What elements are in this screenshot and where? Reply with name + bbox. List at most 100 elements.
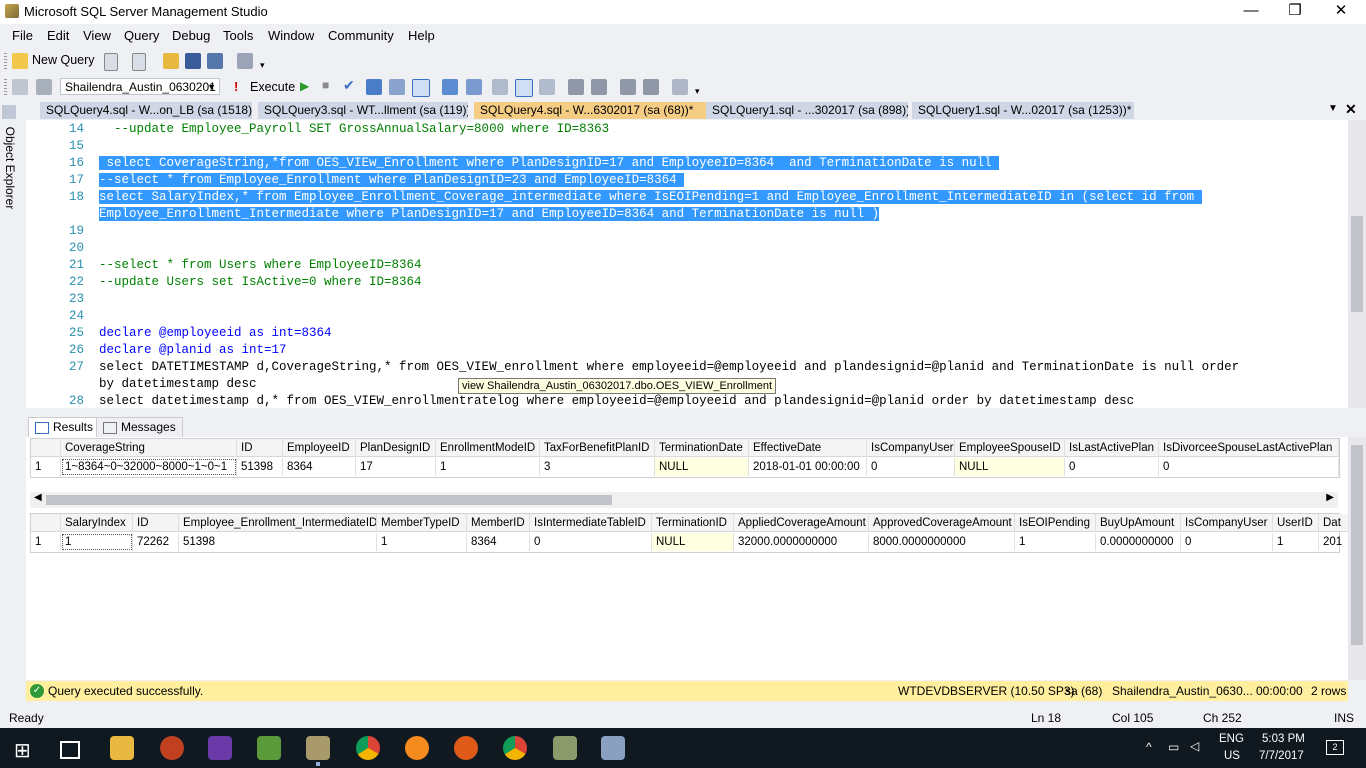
results-scroll-thumb[interactable]: [1351, 445, 1363, 645]
tab-sqlquery1-898[interactable]: SQLQuery1.sql - ...302017 (sa (898)): [706, 102, 908, 119]
code-line[interactable]: --select * from Users where EmployeeID=8…: [99, 258, 422, 272]
new-query-button[interactable]: New Query: [32, 53, 95, 67]
menu-query[interactable]: Query: [124, 28, 159, 43]
scroll-left-icon[interactable]: ◀: [34, 492, 42, 503]
app-icon-2[interactable]: [405, 736, 429, 760]
grid-cell[interactable]: 0: [1065, 458, 1159, 476]
column-header[interactable]: IsCompanyUser: [867, 439, 955, 457]
grid-corner[interactable]: [31, 514, 61, 532]
menu-window[interactable]: Window: [268, 28, 314, 43]
task-view-icon[interactable]: [60, 741, 80, 759]
grid-cell[interactable]: 0: [1159, 458, 1339, 476]
column-header[interactable]: Dat: [1319, 514, 1349, 532]
grid-cell[interactable]: 1: [377, 533, 467, 551]
language-region[interactable]: US: [1224, 750, 1240, 762]
scroll-right-icon[interactable]: ▶: [1326, 492, 1334, 503]
column-header[interactable]: EffectiveDate: [749, 439, 867, 457]
file-explorer-icon[interactable]: [110, 736, 134, 760]
save-icon[interactable]: [185, 53, 201, 69]
volume-icon[interactable]: ◁: [1190, 739, 1199, 753]
app-icon-3[interactable]: [553, 736, 577, 760]
chrome-icon-2[interactable]: [503, 736, 527, 760]
code-line[interactable]: by datetimestamp desc: [99, 377, 257, 391]
uncomment-icon[interactable]: [591, 79, 607, 95]
column-header[interactable]: IsEOIPending: [1015, 514, 1096, 532]
grid-cell[interactable]: 72262: [133, 533, 179, 551]
results-grid-2[interactable]: 1 SalaryIndex 1 ID 72262 Employee_Enrollment_…: [30, 513, 1349, 553]
code-line[interactable]: declare @planid as int=17: [99, 343, 287, 357]
grid1-horizontal-scrollbar[interactable]: ◀ ▶: [30, 492, 1338, 508]
grid-cell[interactable]: 2018-01-01 00:00:00: [749, 458, 867, 476]
ssms-taskbar-icon[interactable]: [306, 736, 330, 760]
column-header[interactable]: CoverageString: [61, 439, 237, 457]
code-line[interactable]: declare @employeeid as int=8364: [99, 326, 332, 340]
chevron-up-icon[interactable]: ^: [1146, 740, 1152, 754]
language-primary[interactable]: ENG: [1219, 733, 1244, 745]
tab-sqlquery4-active[interactable]: SQLQuery4.sql - W...6302017 (sa (68))*: [474, 102, 712, 119]
grid-cell[interactable]: 3: [540, 458, 655, 476]
menu-community[interactable]: Community: [328, 28, 394, 43]
column-header[interactable]: EmployeeID: [283, 439, 356, 457]
specify-values-icon[interactable]: [672, 79, 688, 95]
toolbar-grip[interactable]: [4, 79, 7, 95]
menu-help[interactable]: Help: [408, 28, 435, 43]
grid-cell[interactable]: 0: [1181, 533, 1273, 551]
column-header[interactable]: MemberTypeID: [377, 514, 467, 532]
grid-cell[interactable]: 0: [867, 458, 955, 476]
grid-cell[interactable]: 1: [436, 458, 540, 476]
save-all-icon[interactable]: [207, 53, 223, 69]
column-header[interactable]: Employee_Enrollment_IntermediateID: [179, 514, 377, 532]
toolbar-overflow-icon[interactable]: ▾: [695, 86, 700, 97]
code-line[interactable]: --update Employee_Payroll SET GrossAnnua…: [99, 122, 609, 136]
grid-cell[interactable]: 51398: [179, 533, 377, 551]
object-explorer-side-tab[interactable]: Object Explorer: [0, 101, 20, 221]
network-icon[interactable]: ▭: [1168, 740, 1179, 754]
client-stats-icon[interactable]: [466, 79, 482, 95]
new-file-icon[interactable]: [104, 53, 118, 71]
grid-cell[interactable]: 17: [356, 458, 436, 476]
column-header[interactable]: IsDivorceeSpouseLastActivePlan: [1159, 439, 1339, 457]
connect-icon[interactable]: [12, 79, 28, 95]
tab-sqlquery3[interactable]: SQLQuery3.sql - WT...llment (sa (119))*: [258, 102, 468, 119]
grid-corner[interactable]: [31, 439, 61, 457]
firefox-icon[interactable]: [454, 736, 478, 760]
menu-edit[interactable]: Edit: [47, 28, 69, 43]
menu-file[interactable]: File: [12, 28, 33, 43]
include-plan-icon[interactable]: [442, 79, 458, 95]
close-button[interactable]: ✕: [1318, 0, 1364, 24]
grid-cell[interactable]: NULL: [655, 458, 749, 476]
database-select[interactable]: Shailendra_Austin_0630201 ▼: [60, 78, 220, 95]
code-line[interactable]: select datetimestamp d,* from OES_VIEW_e…: [99, 394, 1134, 408]
column-header[interactable]: ID: [133, 514, 179, 532]
code-line[interactable]: select CoverageString,*from OES_VIEw_Enr…: [99, 156, 1000, 170]
code-line[interactable]: select SalaryIndex,* from Employee_Enrol…: [99, 190, 1202, 204]
code-line[interactable]: --update Users set IsActive=0 where ID=8…: [99, 275, 422, 289]
open-folder-icon[interactable]: [163, 53, 179, 69]
tab-sqlquery4-lb[interactable]: SQLQuery4.sql - W...on_LB (sa (1518))*: [40, 102, 252, 119]
column-header[interactable]: UserID: [1273, 514, 1319, 532]
clock-date[interactable]: 7/7/2017: [1259, 750, 1304, 762]
grid-cell[interactable]: 0.0000000000: [1096, 533, 1181, 551]
visual-studio-icon[interactable]: [208, 736, 232, 760]
code-line[interactable]: select DATETIMESTAMP d,CoverageString,* …: [99, 360, 1239, 374]
display-estimated-plan-icon[interactable]: [366, 79, 382, 95]
column-header[interactable]: IsLastActivePlan: [1065, 439, 1159, 457]
code-line[interactable]: --select * from Employee_Enrollment wher…: [99, 173, 685, 187]
query-designer-icon[interactable]: [389, 79, 405, 95]
app-icon-4[interactable]: [601, 736, 625, 760]
grid1-scroll-thumb[interactable]: [46, 495, 612, 505]
grid-cell[interactable]: 201: [1319, 533, 1349, 551]
grid-cell[interactable]: 51398: [237, 458, 283, 476]
minimize-button[interactable]: —: [1228, 0, 1274, 24]
column-header[interactable]: ID: [237, 439, 283, 457]
grid-cell[interactable]: 8000.0000000000: [869, 533, 1015, 551]
database-engine-query-icon[interactable]: [132, 53, 146, 71]
app-icon-1[interactable]: [160, 736, 184, 760]
results-tab[interactable]: Results: [28, 417, 101, 438]
grid-cell[interactable]: 1~8364~0~32000~8000~1~0~1: [61, 458, 237, 476]
comment-icon[interactable]: [568, 79, 584, 95]
column-header[interactable]: EnrollmentModeID: [436, 439, 540, 457]
grid-cell[interactable]: 8364: [467, 533, 530, 551]
tab-sqlquery1-1253[interactable]: SQLQuery1.sql - W...02017 (sa (1253))*: [912, 102, 1134, 119]
results-grid-toggle-icon[interactable]: [515, 79, 533, 97]
